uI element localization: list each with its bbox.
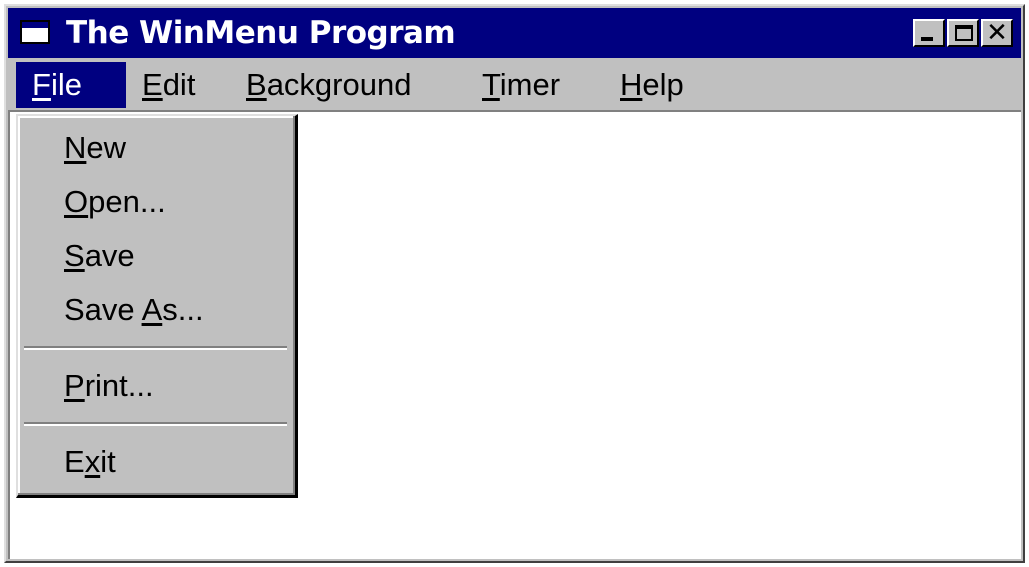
menu-item-save[interactable]: Save <box>64 236 135 276</box>
menu-item-new[interactable]: New <box>64 128 126 168</box>
menu-background[interactable]: Background <box>230 62 427 108</box>
menu-bar: File Edit Background Timer Help <box>8 58 1021 110</box>
menu-item-print[interactable]: Print... <box>64 366 154 406</box>
app-window-icon[interactable] <box>20 20 50 44</box>
file-dropdown-menu: New Open... Save Save As... Print... Exi… <box>16 114 298 498</box>
title-bar[interactable]: The WinMenu Program ✕ <box>8 8 1021 58</box>
minimize-icon <box>921 37 933 41</box>
menu-separator <box>24 346 287 350</box>
close-icon: ✕ <box>986 18 1008 48</box>
minimize-button[interactable] <box>913 19 945 47</box>
maximize-button[interactable] <box>947 19 979 47</box>
maximize-icon <box>955 25 973 41</box>
menu-edit[interactable]: Edit <box>126 62 211 108</box>
window-title: The WinMenu Program <box>66 15 456 51</box>
menu-separator <box>24 422 287 426</box>
menu-item-open[interactable]: Open... <box>64 182 166 222</box>
menu-file[interactable]: File <box>16 62 126 108</box>
menu-help[interactable]: Help <box>604 62 700 108</box>
menu-timer[interactable]: Timer <box>466 62 576 108</box>
menu-item-exit[interactable]: Exit <box>64 442 116 482</box>
menu-item-save-as[interactable]: Save As... <box>64 290 204 330</box>
close-button[interactable]: ✕ <box>981 19 1013 47</box>
